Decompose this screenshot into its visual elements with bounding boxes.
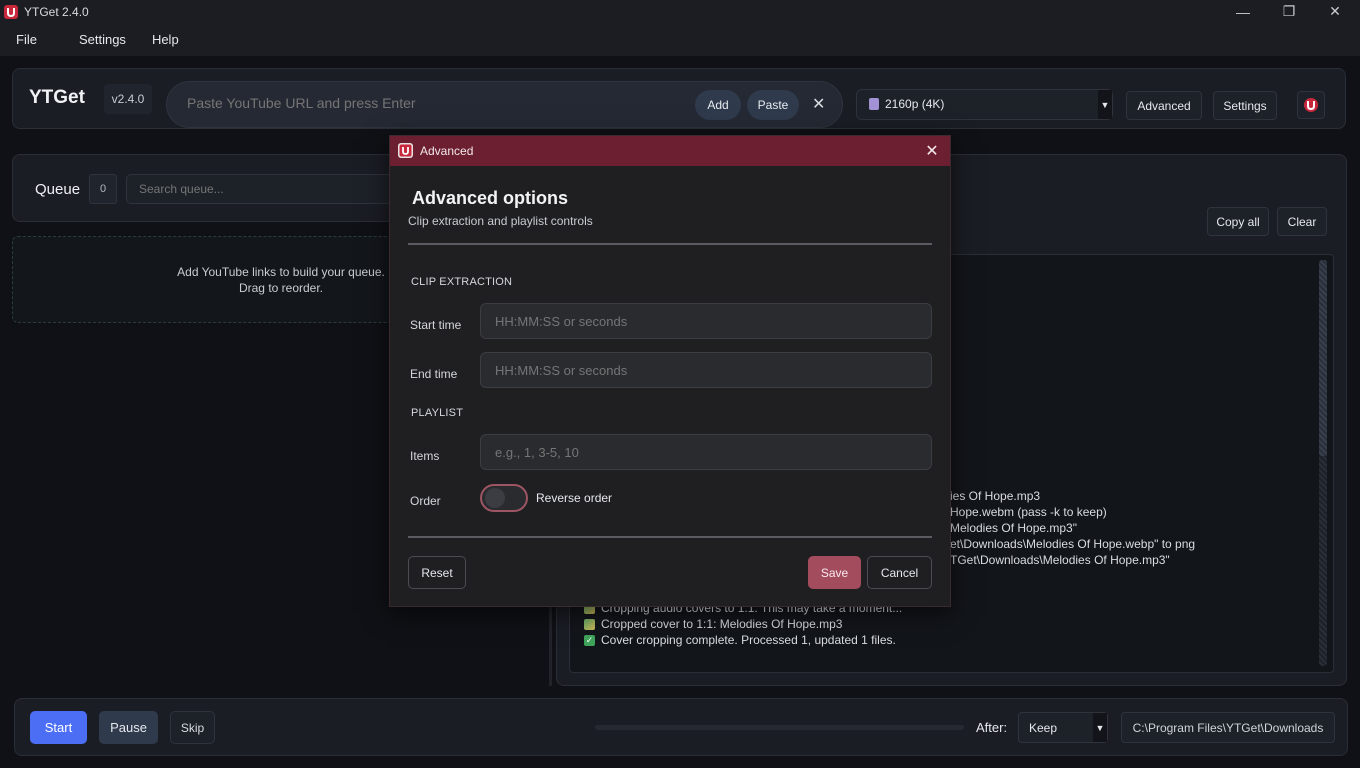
add-button[interactable]: Add xyxy=(695,90,741,120)
app-logo-icon xyxy=(4,4,18,19)
quality-select[interactable]: 2160p (4K) ▼ xyxy=(856,89,1113,120)
log-line: et\Downloads\Melodies Of Hope.webp" to p… xyxy=(950,537,1196,551)
dialog-heading: Advanced options xyxy=(412,188,569,208)
video-quality-icon xyxy=(869,98,879,110)
maximize-button[interactable]: ❐ xyxy=(1266,0,1312,23)
clear-url-icon[interactable]: ✕ xyxy=(812,94,825,114)
log-scrollbar[interactable] xyxy=(1319,260,1327,666)
close-icon: ✕ xyxy=(1329,3,1341,19)
queue-count-badge: 0 xyxy=(89,174,117,204)
items-label: Items xyxy=(410,449,440,463)
reverse-order-toggle[interactable] xyxy=(480,484,528,512)
reset-button[interactable]: Reset xyxy=(408,556,466,589)
maximize-icon: ❐ xyxy=(1282,3,1296,19)
menu-file[interactable]: File xyxy=(0,32,53,47)
dialog-titlebar: Advanced ✕ xyxy=(390,136,950,166)
start-button[interactable]: Start xyxy=(30,711,87,744)
divider xyxy=(408,536,932,538)
download-path-field[interactable]: C:\Program Files\YTGet\Downloads xyxy=(1121,712,1335,743)
log-line: ✓ Cover cropping complete. Processed 1, u… xyxy=(584,633,896,647)
pause-button[interactable]: Pause xyxy=(99,711,158,744)
clear-log-button[interactable]: Clear xyxy=(1277,207,1327,236)
paste-button[interactable]: Paste xyxy=(747,90,799,120)
dialog-title: Advanced xyxy=(420,144,474,158)
app-logo-icon xyxy=(1304,98,1318,112)
menu-help[interactable]: Help xyxy=(142,32,195,47)
version-badge: v2.4.0 xyxy=(104,84,152,114)
app-logo-button[interactable] xyxy=(1297,91,1325,119)
after-action-select[interactable]: Keep ▼ xyxy=(1018,712,1108,743)
after-label: After: xyxy=(976,720,1008,735)
close-window-button[interactable]: ✕ xyxy=(1312,0,1358,23)
close-icon[interactable]: ✕ xyxy=(920,139,944,163)
log-line: Hope.webm (pass -k to keep) xyxy=(950,505,1107,519)
header-panel: YTGet v2.4.0 Add Paste ✕ 2160p (4K) ▼ Ad… xyxy=(12,68,1346,129)
playlist-items-input[interactable] xyxy=(480,434,932,470)
log-line: Cropped cover to 1:1: Melodies Of Hope.m… xyxy=(584,617,842,631)
quality-value: 2160p (4K) xyxy=(885,97,945,111)
image-icon xyxy=(584,618,595,630)
log-line: ies Of Hope.mp3 xyxy=(950,489,1041,503)
minimize-icon: — xyxy=(1236,3,1250,20)
window-title: YTGet 2.4.0 xyxy=(24,4,89,19)
settings-button[interactable]: Settings xyxy=(1213,91,1277,120)
menu-settings[interactable]: Settings xyxy=(53,32,142,47)
advanced-dialog: Advanced ✕ Advanced options Clip extract… xyxy=(389,135,951,607)
section-playlist: PLAYLIST xyxy=(411,407,464,419)
reverse-order-label: Reverse order xyxy=(536,491,613,505)
url-bar: Add Paste ✕ xyxy=(166,81,843,128)
order-label: Order xyxy=(410,494,441,508)
dialog-subtitle: Clip extraction and playlist controls xyxy=(408,214,593,228)
bottom-bar: Start Pause Skip After: Keep ▼ C:\Progra… xyxy=(14,698,1348,756)
cancel-button[interactable]: Cancel xyxy=(867,556,932,589)
save-button[interactable]: Save xyxy=(808,556,861,589)
start-time-input[interactable] xyxy=(480,303,932,339)
brand-title: YTGet xyxy=(29,87,85,108)
copy-all-button[interactable]: Copy all xyxy=(1207,207,1269,236)
check-icon: ✓ xyxy=(584,634,595,646)
window-titlebar: YTGet 2.4.0 xyxy=(0,0,1360,23)
toggle-knob xyxy=(485,488,505,508)
app-logo-icon xyxy=(398,143,413,158)
skip-button[interactable]: Skip xyxy=(170,711,215,744)
advanced-button[interactable]: Advanced xyxy=(1126,91,1202,120)
download-progress-bar xyxy=(595,725,964,730)
chevron-down-icon: ▼ xyxy=(1098,90,1112,119)
divider xyxy=(408,243,932,245)
section-clip-extraction: CLIP EXTRACTION xyxy=(411,276,513,288)
start-time-label: Start time xyxy=(410,318,462,332)
chevron-down-icon: ▼ xyxy=(1093,713,1107,742)
menu-bar: File Settings Help xyxy=(0,23,1360,56)
minimize-button[interactable]: — xyxy=(1220,0,1266,23)
log-scrollbar-thumb[interactable] xyxy=(1319,260,1327,456)
end-time-input[interactable] xyxy=(480,352,932,388)
url-input[interactable] xyxy=(187,95,667,111)
log-line: Melodies Of Hope.mp3" xyxy=(950,521,1077,535)
queue-title: Queue xyxy=(35,181,81,198)
end-time-label: End time xyxy=(410,367,458,381)
after-action-value: Keep xyxy=(1029,721,1058,735)
log-line: TGet\Downloads\Melodies Of Hope.mp3" xyxy=(950,553,1170,567)
